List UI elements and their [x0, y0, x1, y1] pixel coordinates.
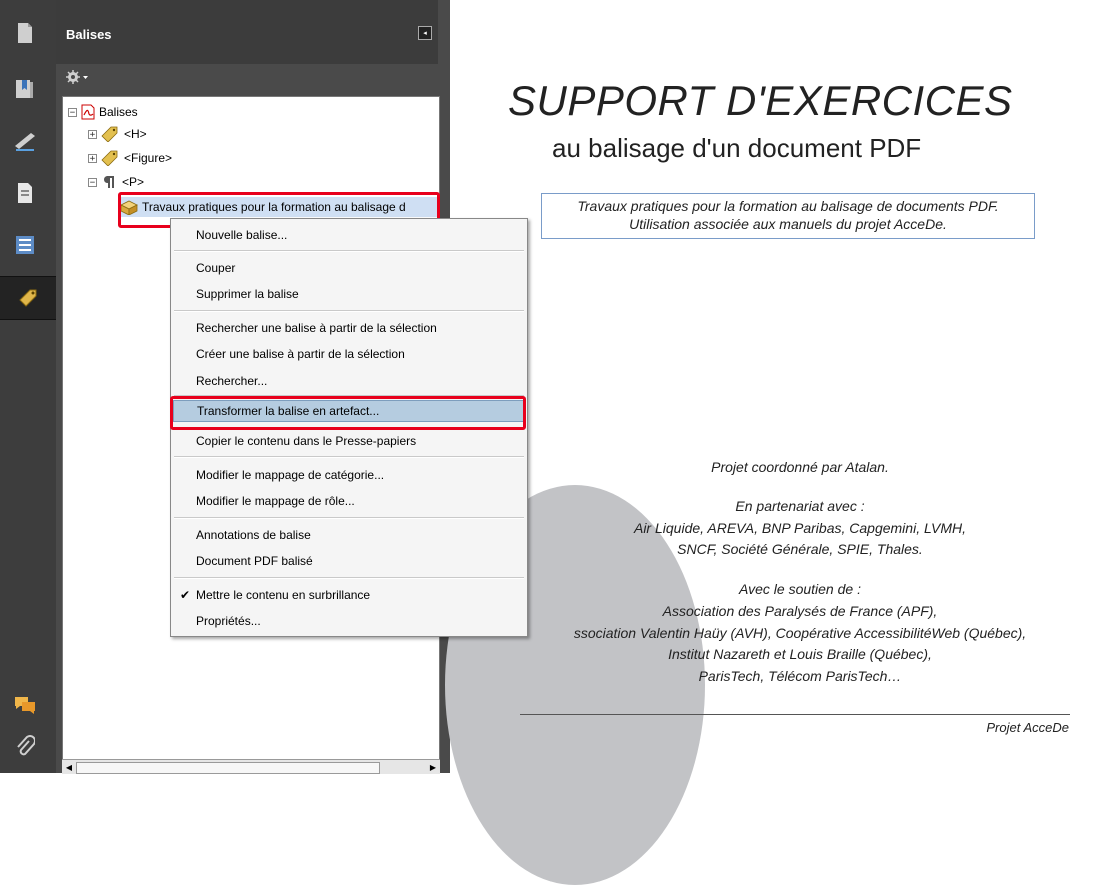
coordination-text: Projet coordonné par Atalan. — [711, 459, 889, 475]
expand-icon[interactable]: + — [88, 153, 97, 163]
pdf-icon — [81, 104, 95, 120]
menu-item-copy-contents[interactable]: Copier le contenu dans le Presse-papiers — [173, 430, 525, 452]
panel-title: Balises — [66, 27, 112, 42]
horizontal-scrollbar[interactable]: ◀ ▶ — [62, 759, 440, 774]
partnership-line-2: SNCF, Société Générale, SPIE, Thales. — [677, 541, 923, 557]
scroll-right-icon[interactable]: ▶ — [427, 761, 439, 773]
tree-item-root[interactable]: − Balises — [68, 102, 138, 122]
expand-icon[interactable]: + — [88, 129, 97, 139]
scroll-left-icon[interactable]: ◀ — [63, 761, 75, 773]
tree-label-p: <P> — [122, 175, 145, 189]
summary-line-2: Utilisation associée aux manuels du proj… — [629, 216, 947, 232]
menu-separator — [174, 310, 524, 312]
gear-icon — [66, 70, 88, 84]
document-subtitle: au balisage d'un document PDF — [552, 133, 922, 163]
attachments-icon[interactable] — [0, 726, 50, 768]
layers-icon[interactable] — [0, 172, 50, 214]
tree-label-h: <H> — [124, 127, 147, 141]
navigation-toolbar — [0, 0, 57, 773]
tree-label-figure: <Figure> — [124, 151, 173, 165]
support-title: Avec le soutien de : — [739, 581, 861, 597]
menu-item-tagged-pdf[interactable]: Document PDF balisé — [173, 550, 525, 572]
footer-divider — [520, 714, 1070, 715]
menu-separator — [174, 517, 524, 519]
checkmark-icon: ✔ — [180, 588, 191, 602]
tag-icon — [101, 150, 118, 166]
collapse-panel-button[interactable]: ◂ — [418, 26, 432, 40]
tree-item-figure[interactable]: + <Figure> — [88, 148, 172, 168]
pages-icon[interactable] — [0, 12, 50, 54]
menu-item-edit-class-map[interactable]: Modifier le mappage de catégorie... — [173, 464, 525, 486]
tags-icon[interactable] — [0, 276, 56, 320]
menu-item-highlight-content[interactable]: ✔ Mettre le contenu en surbrillance — [173, 584, 525, 606]
comments-icon[interactable] — [0, 684, 50, 726]
support-line-3: Institut Nazareth et Louis Braille (Québ… — [668, 646, 932, 662]
menu-item-highlight — [170, 396, 526, 430]
support-line-1: Association des Paralysés de France (APF… — [662, 603, 938, 619]
support-line-2: ssociation Valentin Haüy (AVH), Coopérat… — [573, 625, 1027, 641]
summary-line-1: Travaux pratiques pour la formation au b… — [577, 198, 999, 214]
collapse-icon[interactable]: − — [68, 107, 77, 117]
menu-item-find-tag-from-selection[interactable]: Rechercher une balise à partir de la sél… — [173, 317, 525, 339]
scrollbar-thumb[interactable] — [76, 762, 380, 774]
document-title: SUPPORT D'EXERCICES — [508, 77, 1013, 124]
partnership-title: En partenariat avec : — [735, 498, 865, 514]
menu-item-new-tag[interactable]: Nouvelle balise... — [173, 224, 525, 246]
document-summary-box: Travaux pratiques pour la formation au b… — [541, 193, 1035, 239]
tree-item-p[interactable]: − <P> — [88, 172, 144, 192]
model-tree-icon[interactable] — [0, 224, 50, 266]
menu-separator — [174, 577, 524, 579]
paragraph-tag-icon — [103, 176, 114, 188]
menu-separator — [174, 250, 524, 252]
menu-item-properties[interactable]: Propriétés... — [173, 610, 525, 632]
partnership-line-1: Air Liquide, AREVA, BNP Paribas, Capgemi… — [633, 520, 966, 536]
menu-item-cut[interactable]: Couper — [173, 257, 525, 279]
signatures-icon[interactable] — [0, 120, 50, 162]
panel-header: Balises ◂ — [56, 0, 438, 64]
options-menu-button[interactable] — [66, 67, 96, 87]
document-footer: Projet AcceDe — [986, 720, 1069, 735]
tree-label-root: Balises — [99, 105, 138, 119]
menu-item-tag-annotations[interactable]: Annotations de balise — [173, 524, 525, 546]
tree-item-h[interactable]: + <H> — [88, 124, 147, 144]
bookmarks-icon[interactable] — [0, 68, 50, 110]
menu-item-find[interactable]: Rechercher... — [173, 370, 525, 392]
support-line-4: ParisTech, Télécom ParisTech… — [698, 668, 902, 684]
menu-item-delete-tag[interactable]: Supprimer la balise — [173, 283, 525, 305]
menu-item-edit-role-map[interactable]: Modifier le mappage de rôle... — [173, 490, 525, 512]
tag-icon — [101, 126, 118, 142]
menu-separator — [174, 456, 524, 458]
menu-item-create-tag-from-selection[interactable]: Créer une balise à partir de la sélectio… — [173, 343, 525, 365]
collapse-icon[interactable]: − — [88, 177, 97, 187]
